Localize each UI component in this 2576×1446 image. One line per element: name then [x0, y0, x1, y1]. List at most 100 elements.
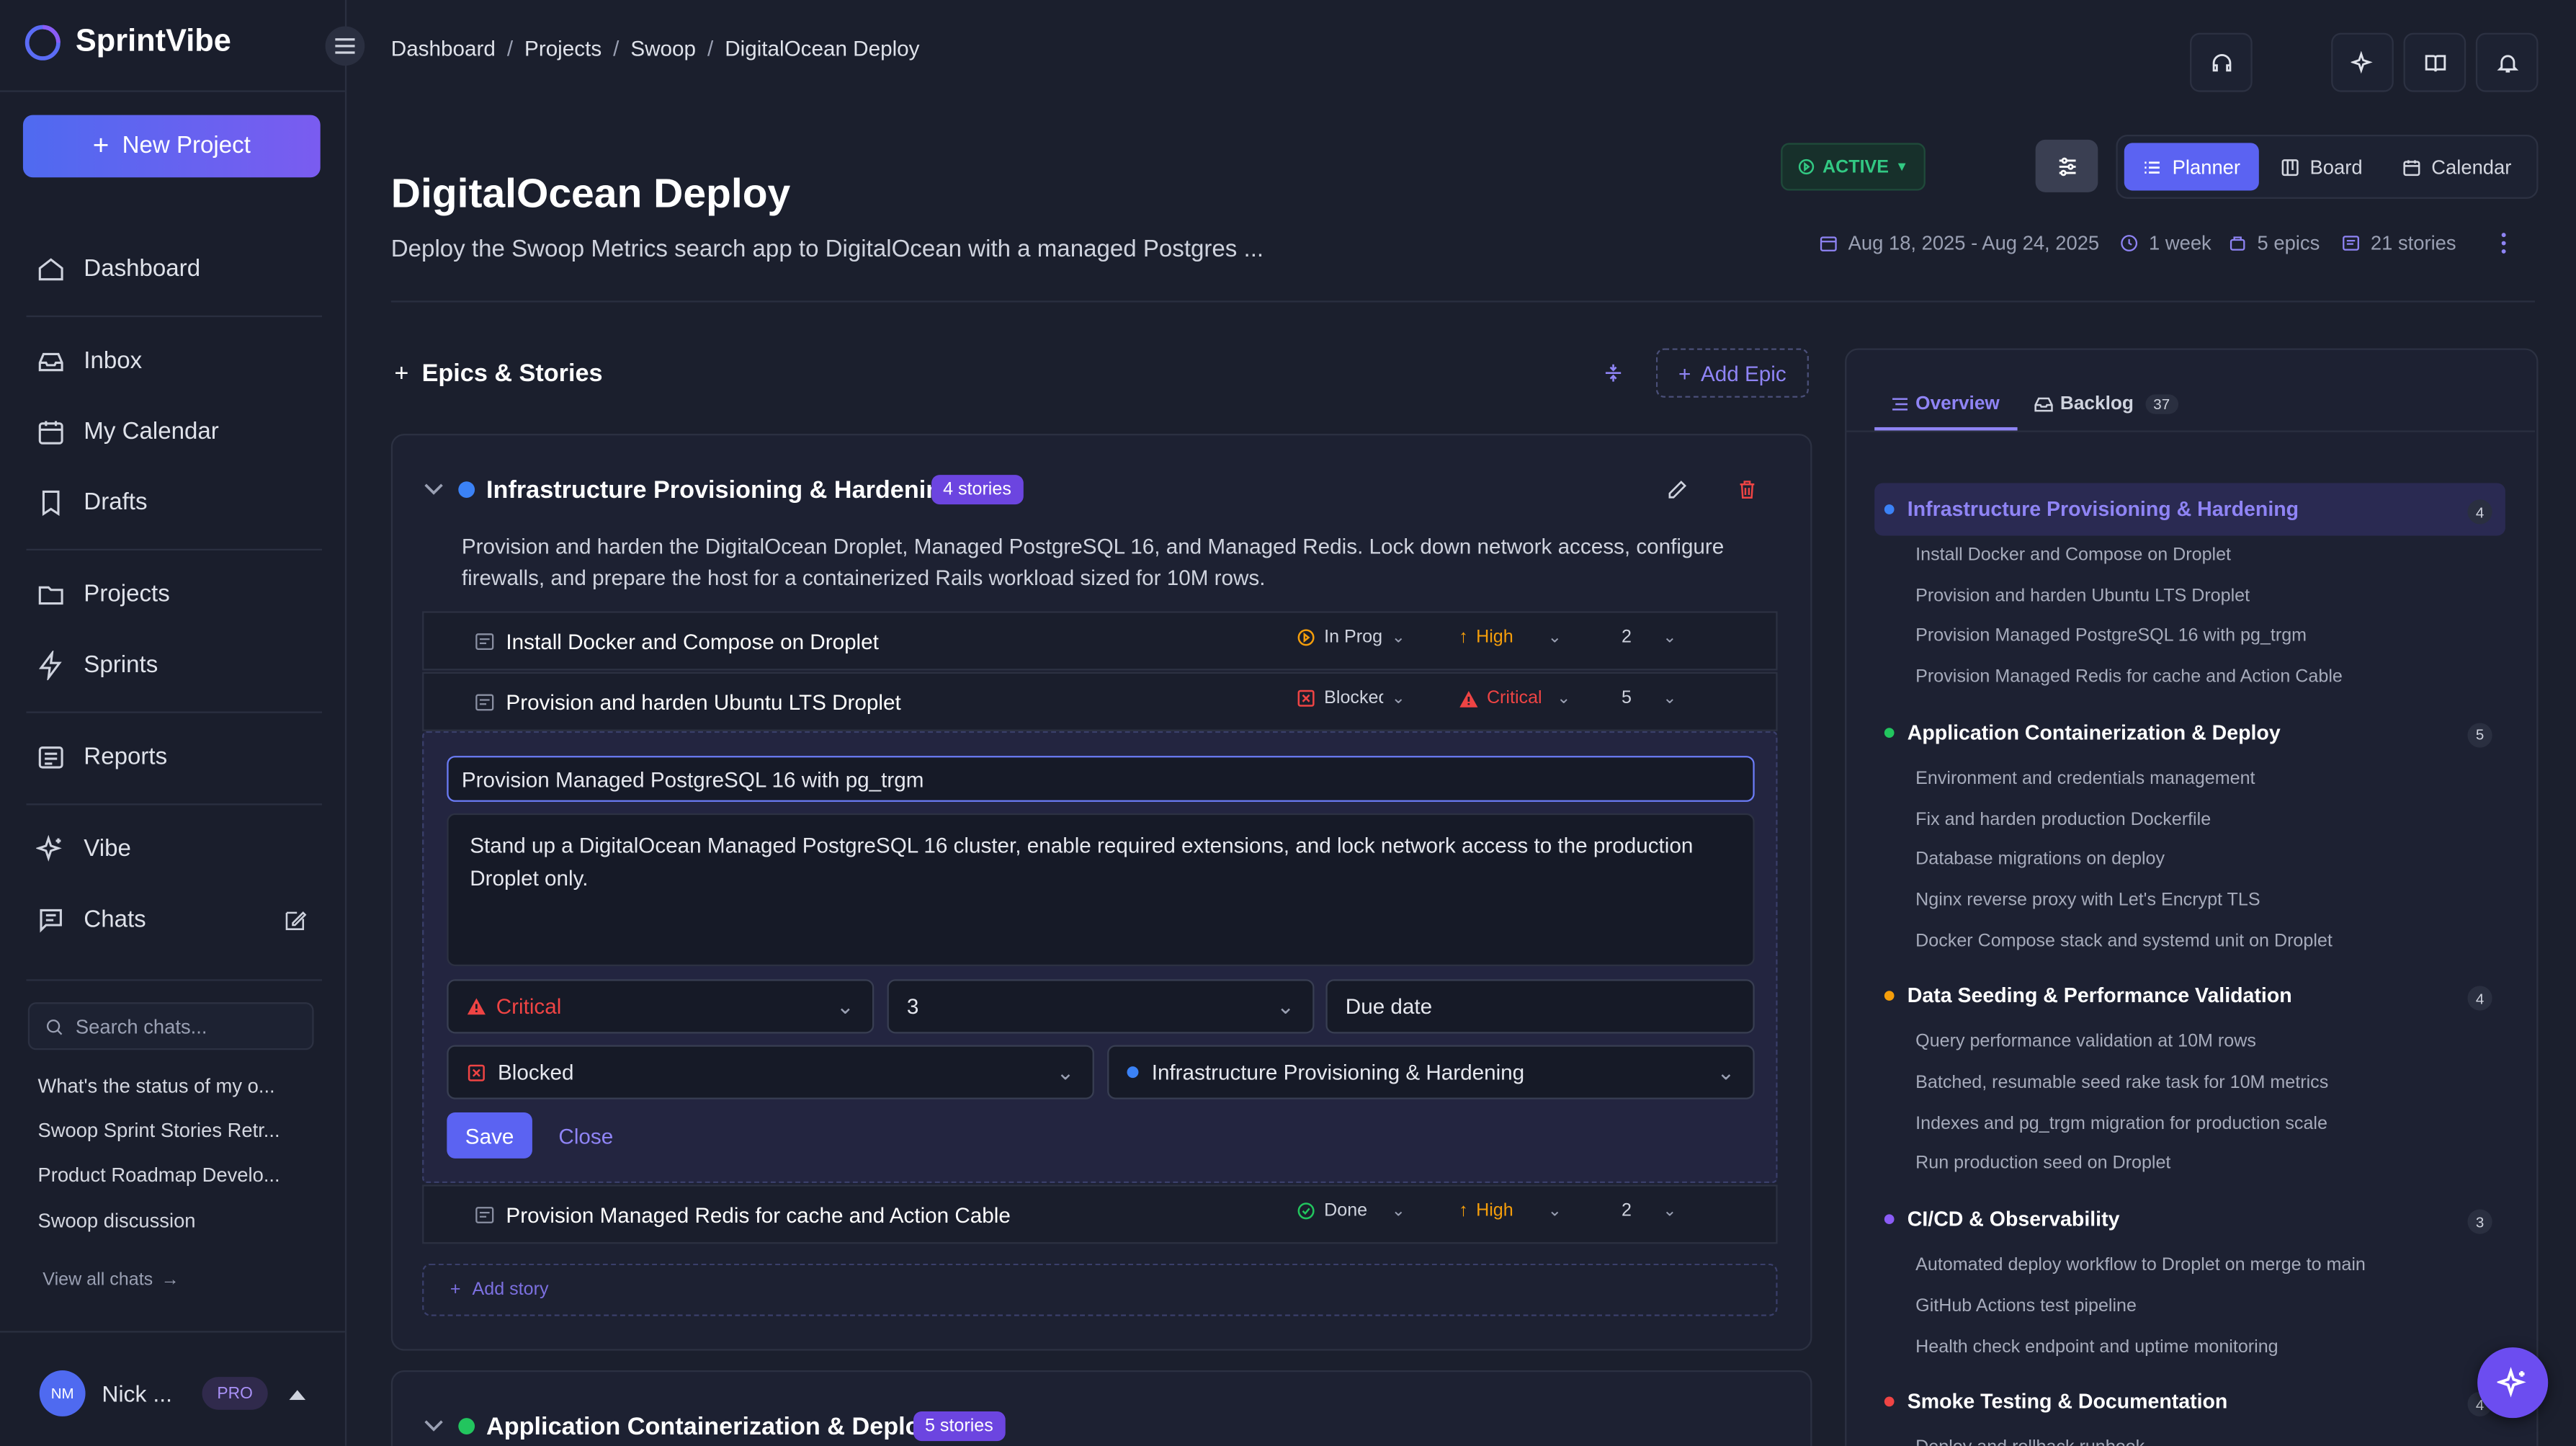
epics-section-header[interactable]: + Epics & Stories	[394, 360, 602, 388]
support-button[interactable]	[2190, 32, 2253, 92]
nav-drafts[interactable]: Drafts	[36, 488, 148, 517]
overview-story-item[interactable]: Environment and credentials management	[1915, 769, 2255, 788]
nav-projects[interactable]: Projects	[36, 580, 170, 610]
notifications-button[interactable]	[2475, 32, 2539, 92]
nav-chats[interactable]: Chats	[36, 906, 146, 935]
chevron-down-icon[interactable]	[424, 481, 443, 498]
view-board-tab[interactable]: Board	[2266, 143, 2377, 190]
overview-story-item[interactable]: Deploy and rollback runbook	[1915, 1438, 2145, 1446]
overview-epic[interactable]: CI/CD & Observability	[1884, 1208, 2119, 1231]
search-chats-input[interactable]: Search chats...	[27, 1002, 314, 1050]
ai-assistant-fab[interactable]	[2477, 1347, 2549, 1419]
breadcrumb-swoop[interactable]: Swoop	[630, 36, 696, 61]
divider	[26, 711, 322, 713]
overview-story-item[interactable]: Install Docker and Compose on Droplet	[1915, 545, 2231, 565]
tab-overview[interactable]: Overview	[1891, 394, 2000, 414]
story-row[interactable]: Provision Managed Redis for cache and Ac…	[422, 1184, 1778, 1244]
priority-select[interactable]: ↑ High ⌄	[1459, 1201, 1562, 1220]
status-select[interactable]: Done ⌄	[1296, 1201, 1405, 1220]
points-select[interactable]: 2 ⌄	[1622, 1201, 1676, 1220]
epic-value: Infrastructure Provisioning & Hardening	[1151, 1059, 1525, 1085]
collapse-all-icon[interactable]	[1602, 362, 1625, 385]
nav-reports[interactable]: Reports	[36, 743, 167, 772]
overview-story-item[interactable]: Database migrations on deploy	[1915, 849, 2165, 869]
story-row[interactable]: Install Docker and Compose on Droplet In…	[422, 611, 1778, 671]
overview-story-item[interactable]: Docker Compose stack and systemd unit on…	[1915, 931, 2333, 950]
nav-inbox[interactable]: Inbox	[36, 347, 142, 376]
ai-button[interactable]	[2331, 32, 2394, 92]
add-story-button[interactable]: + Add story	[422, 1263, 1778, 1316]
overview-story-item[interactable]: Run production seed on Droplet	[1915, 1154, 2170, 1174]
overview-story-item[interactable]: Query performance validation at 10M rows	[1915, 1032, 2256, 1052]
chat-item[interactable]: Product Roadmap Develo...	[37, 1164, 279, 1187]
story-title-input[interactable]: Provision Managed PostgreSQL 16 with pg_…	[447, 756, 1755, 802]
sidebar-toggle-button[interactable]	[325, 26, 365, 66]
view-planner-tab[interactable]: Planner	[2124, 143, 2259, 191]
inbox-icon	[38, 352, 63, 372]
overview-story-item[interactable]: Indexes and pg_trgm migration for produc…	[1915, 1114, 2327, 1133]
status-value: Blocked	[498, 1059, 574, 1085]
view-all-chats-link[interactable]: View all chats →	[43, 1270, 179, 1290]
view-calendar-tab[interactable]: Calendar	[2387, 143, 2526, 190]
view-switcher: Planner Board Calendar	[2116, 135, 2539, 199]
epic-title: Application Containerization & Deploy	[486, 1413, 934, 1442]
story-row[interactable]: Provision and harden Ubuntu LTS Droplet …	[422, 671, 1778, 731]
pencil-icon[interactable]	[1666, 478, 1689, 501]
priority-select[interactable]: Critical ⌄	[1459, 689, 1570, 708]
epic-color-dot	[458, 1418, 475, 1434]
overview-story-item[interactable]: Fix and harden production Dockerfile	[1915, 809, 2211, 829]
overview-story-item[interactable]: Batched, resumable seed rake task for 10…	[1915, 1073, 2328, 1092]
overview-story-item[interactable]: Provision and harden Ubuntu LTS Droplet	[1915, 586, 2250, 605]
trash-icon[interactable]	[1737, 478, 1758, 501]
due-date-placeholder: Due date	[1345, 994, 1433, 1019]
chat-item[interactable]: Swoop discussion	[37, 1210, 195, 1233]
overview-epic[interactable]: Smoke Testing & Documentation	[1884, 1391, 2227, 1414]
menu-icon	[335, 38, 355, 54]
points-dropdown[interactable]: 3 ⌄	[887, 979, 1315, 1034]
status-dropdown[interactable]: Blocked ⌄	[447, 1045, 1094, 1099]
overview-story-item[interactable]: Nginx reverse proxy with Let's Encrypt T…	[1915, 891, 2260, 910]
overview-epic[interactable]: Data Seeding & Performance Validation	[1884, 985, 2292, 1008]
chat-item[interactable]: What's the status of my o...	[37, 1075, 274, 1098]
overview-epic[interactable]: Infrastructure Provisioning & Hardening	[1884, 498, 2299, 521]
story-title: Provision and harden Ubuntu LTS Droplet	[506, 689, 901, 715]
new-project-button[interactable]: + New Project	[22, 115, 321, 178]
overview-story-item[interactable]: Provision Managed Redis for cache and Ac…	[1915, 667, 2343, 687]
overview-epic[interactable]: Application Containerization & Deploy	[1884, 721, 2281, 744]
brand[interactable]: SprintVibe	[23, 23, 231, 63]
priority-dropdown[interactable]: Critical ⌄	[447, 979, 875, 1034]
status-select[interactable]: In Prog ⌄	[1296, 628, 1405, 648]
close-button[interactable]: Close	[558, 1124, 613, 1148]
book-icon	[2424, 54, 2446, 71]
nav-vibe[interactable]: Vibe	[36, 834, 131, 865]
chevron-down-icon: ⌄	[1547, 1202, 1562, 1220]
chat-item[interactable]: Swoop Sprint Stories Retr...	[37, 1119, 279, 1142]
filter-settings-button[interactable]	[2035, 139, 2098, 192]
docs-button[interactable]	[2403, 32, 2467, 92]
tab-backlog[interactable]: Backlog 37	[2034, 394, 2178, 414]
overview-story-item[interactable]: GitHub Actions test pipeline	[1915, 1296, 2137, 1316]
save-button[interactable]: Save	[447, 1112, 532, 1159]
due-date-input[interactable]: Due date	[1325, 979, 1755, 1034]
overview-story-item[interactable]: Health check endpoint and uptime monitor…	[1915, 1336, 2278, 1356]
breadcrumb-projects[interactable]: Projects	[524, 36, 601, 61]
overview-story-item[interactable]: Provision Managed PostgreSQL 16 with pg_…	[1915, 627, 2307, 646]
add-epic-button[interactable]: + Add Epic	[1655, 348, 1809, 398]
breadcrumb-dashboard[interactable]: Dashboard	[391, 36, 496, 61]
nav-my-calendar[interactable]: My Calendar	[36, 417, 219, 447]
points-select[interactable]: 5 ⌄	[1622, 689, 1676, 708]
overview-story-item[interactable]: Automated deploy workflow to Droplet on …	[1915, 1256, 2366, 1275]
story-description-textarea[interactable]: Stand up a DigitalOcean Managed PostgreS…	[447, 813, 1755, 966]
priority-select[interactable]: ↑ High ⌄	[1459, 628, 1562, 647]
more-vertical-icon[interactable]	[2499, 232, 2509, 255]
user-menu[interactable]: NM Nick ...	[39, 1370, 172, 1416]
points-select[interactable]: 2 ⌄	[1622, 628, 1676, 647]
chevron-down-icon[interactable]	[424, 1418, 443, 1434]
epic-dropdown[interactable]: Infrastructure Provisioning & Hardening …	[1107, 1045, 1755, 1099]
status-select[interactable]: Blocked ⌄	[1296, 689, 1405, 708]
compose-icon[interactable]	[282, 909, 307, 933]
caret-up-icon[interactable]	[289, 1388, 306, 1401]
nav-sprints[interactable]: Sprints	[36, 651, 158, 681]
status-badge[interactable]: ACTIVE ▼	[1781, 143, 1926, 191]
nav-dashboard[interactable]: Dashboard	[36, 254, 200, 284]
